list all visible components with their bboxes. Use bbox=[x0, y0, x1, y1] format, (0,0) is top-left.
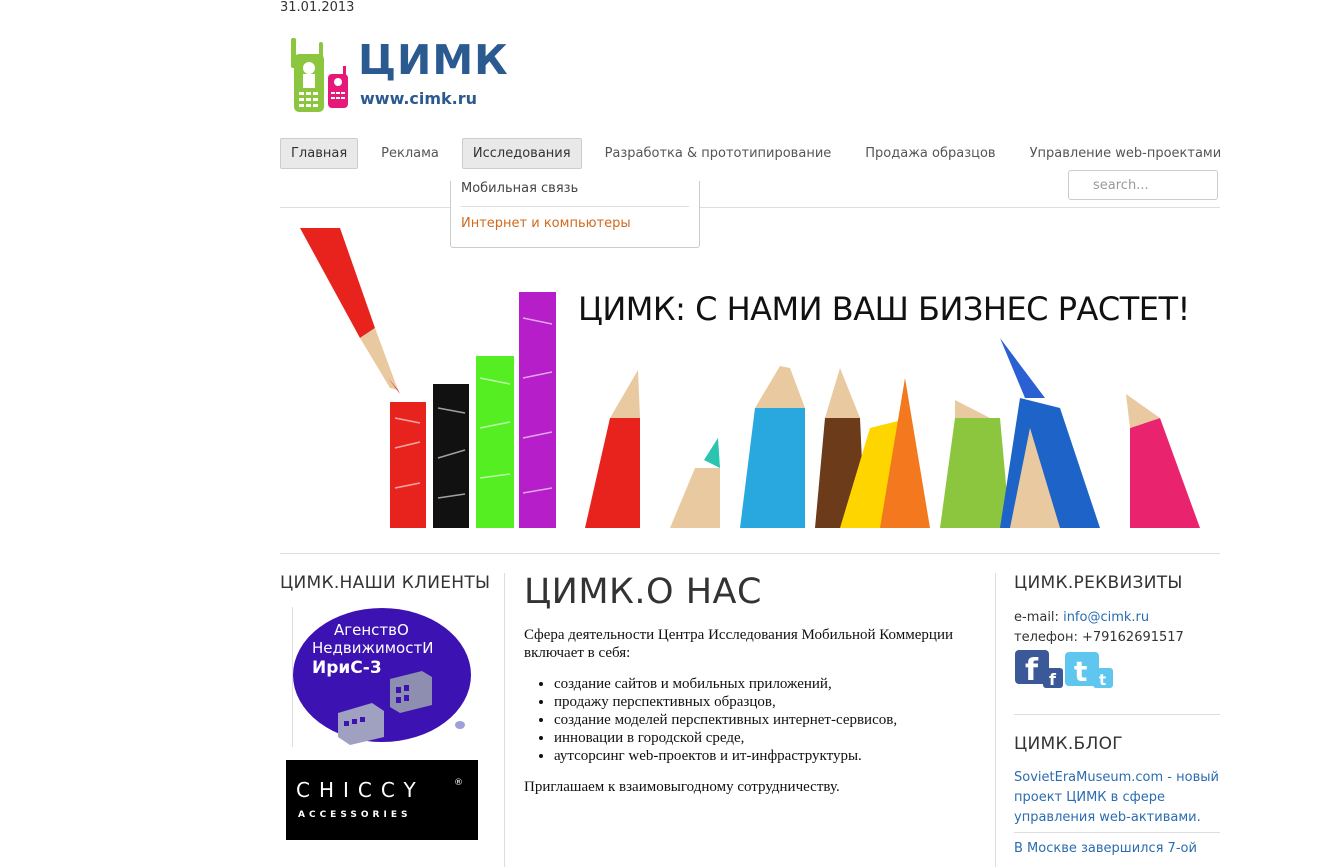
site-logo[interactable]: ЦИМК www.cimk.ru bbox=[290, 36, 508, 116]
clients-title: ЦИМК.НАШИ КЛИЕНТЫ bbox=[280, 573, 491, 593]
blog-item[interactable]: В Москве завершился 7-ой bbox=[1014, 839, 1219, 859]
nav-home[interactable]: Главная bbox=[280, 138, 359, 169]
requisites-title: ЦИМК.РЕКВИЗИТЫ bbox=[1014, 573, 1183, 593]
dropdown-item-mobile[interactable]: Мобильная связь bbox=[461, 181, 578, 196]
right-column-divider bbox=[995, 573, 996, 867]
facebook-icon[interactable]: f f bbox=[1015, 650, 1063, 689]
svg-text:f: f bbox=[1025, 653, 1039, 688]
nav-samples[interactable]: Продажа образцов bbox=[854, 138, 1006, 169]
requisites-divider bbox=[1014, 714, 1220, 715]
client-logo-chiccy[interactable]: CHICCY ® ACCESSORIES bbox=[286, 760, 478, 840]
svg-text:t: t bbox=[1099, 671, 1106, 689]
about-outro: Приглашаем к взаимовыгодному сотрудничес… bbox=[524, 779, 840, 795]
about-bullet: создание моделей перспективных интернет-… bbox=[554, 711, 964, 729]
banner-divider bbox=[280, 553, 1220, 554]
banner-slogan: ЦИМК: С НАМИ ВАШ БИЗНЕС РАСТЕТ! bbox=[578, 290, 1190, 328]
hero-banner: ЦИМК: С НАМИ ВАШ БИЗНЕС РАСТЕТ! bbox=[300, 228, 1200, 528]
about-title: ЦИМК.О НАС bbox=[524, 572, 762, 612]
date-label: 31.01.2013 bbox=[280, 0, 355, 15]
blog-item[interactable]: SovietEraMuseum.com - новый проект ЦИМК … bbox=[1014, 768, 1219, 828]
svg-text:f: f bbox=[1049, 670, 1057, 689]
blog-title: ЦИМК.БЛОГ bbox=[1014, 734, 1123, 754]
about-bullet: аутсорсинг web-проектов и ит-инфраструкт… bbox=[554, 747, 964, 765]
main-nav: Главная Реклама Исследования Разработка … bbox=[280, 138, 1244, 169]
svg-text:t: t bbox=[1074, 655, 1087, 688]
about-bullet: инновации в городской среде, bbox=[554, 729, 964, 747]
logo-url: www.cimk.ru bbox=[360, 89, 478, 108]
social-links: f f t t bbox=[1015, 650, 1115, 694]
about-bullet: продажу перспективных образцов, bbox=[554, 693, 964, 711]
chiccy-reg-mark: ® bbox=[454, 778, 463, 788]
client-logo-iris[interactable]: АгенствО НедвижимостИ ИриС-3 bbox=[292, 605, 477, 745]
email-label: e-mail: bbox=[1014, 610, 1059, 625]
iris-line1: АгенствО bbox=[334, 621, 409, 639]
phone-logo-icon bbox=[291, 38, 348, 112]
dropdown-item-internet[interactable]: Интернет и компьютеры bbox=[461, 216, 631, 231]
iris-logo-icon: АгенствО НедвижимостИ ИриС-3 bbox=[293, 608, 471, 745]
requisites-block: e-mail: info@cimk.ru телефон: +791626915… bbox=[1014, 608, 1184, 648]
about-bullet: создание сайтов и мобильных приложений, bbox=[554, 675, 964, 693]
research-dropdown: Мобильная связь Интернет и компьютеры bbox=[450, 181, 700, 248]
nav-advertising[interactable]: Реклама bbox=[370, 138, 450, 169]
chiccy-name: CHICCY bbox=[296, 778, 425, 802]
about-text: Сфера деятельности Центра Исследования М… bbox=[524, 626, 964, 796]
nav-web-management[interactable]: Управление web-проектами bbox=[1019, 138, 1233, 169]
search-input[interactable]: search... bbox=[1068, 170, 1218, 200]
dropdown-divider bbox=[461, 206, 689, 207]
about-intro: Сфера деятельности Центра Исследования М… bbox=[524, 627, 953, 661]
blog-divider bbox=[1014, 832, 1220, 833]
left-column-divider bbox=[504, 573, 505, 867]
phone-text: телефон: +79162691517 bbox=[1014, 630, 1184, 645]
about-list: создание сайтов и мобильных приложений, … bbox=[524, 675, 964, 765]
twitter-icon[interactable]: t t bbox=[1065, 652, 1113, 689]
header-divider bbox=[280, 207, 1220, 208]
iris-line3: ИриС-3 bbox=[312, 658, 382, 678]
pencils-illustration bbox=[300, 228, 1200, 528]
chiccy-sub: ACCESSORIES bbox=[298, 810, 412, 820]
email-link[interactable]: info@cimk.ru bbox=[1063, 610, 1149, 625]
nav-research[interactable]: Исследования bbox=[461, 138, 582, 169]
logo-title: ЦИМК bbox=[358, 36, 509, 84]
nav-development[interactable]: Разработка & прототипирование bbox=[594, 138, 843, 169]
iris-line2: НедвижимостИ bbox=[312, 639, 433, 657]
